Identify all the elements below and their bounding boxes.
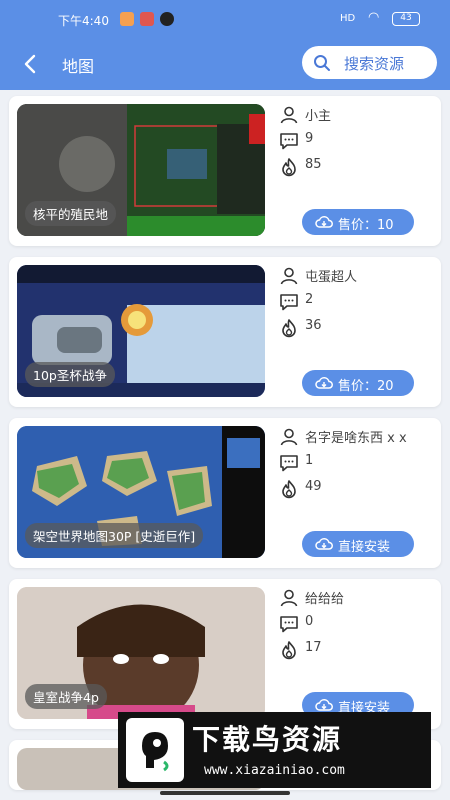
- comment-icon: [280, 455, 298, 472]
- comment-icon: [280, 133, 298, 150]
- watermark-banner: 下载鸟资源 www.xiazainiao.com: [118, 712, 431, 788]
- map-name: 皇室战争4p: [25, 684, 107, 709]
- price-button[interactable]: 售价：20: [302, 370, 414, 396]
- flame-icon: [282, 480, 296, 499]
- map-thumbnail: 10p圣杯战争: [17, 265, 265, 397]
- install-button[interactable]: 直接安装: [302, 531, 414, 557]
- map-card[interactable]: 10p圣杯战争 屯蛋超人 2 36 售价：20: [9, 257, 441, 407]
- map-card[interactable]: 架空世界地图30P [史逝巨作] 名字是啥东西 x x 1 49 直接安装: [9, 418, 441, 568]
- comment-count: 2: [305, 292, 314, 307]
- notification-icon: [140, 12, 154, 26]
- user-icon: [280, 106, 298, 124]
- status-time: 下午4:40: [58, 14, 109, 28]
- comment-icon: [280, 294, 298, 311]
- hot-count: 49: [305, 479, 322, 494]
- user-icon: [280, 589, 298, 607]
- battery-icon: 43: [392, 12, 420, 26]
- author-name: 屯蛋超人: [305, 270, 358, 285]
- qq-icon: [160, 12, 174, 26]
- map-thumbnail: 架空世界地图30P [史逝巨作]: [17, 426, 265, 558]
- comment-count: 1: [305, 453, 314, 468]
- chevron-left-icon: [24, 54, 36, 74]
- notification-icon: [120, 12, 134, 26]
- price-label: 售价：10: [338, 218, 394, 233]
- author-name: 名字是啥东西 x x: [305, 431, 407, 446]
- map-name: 架空世界地图30P [史逝巨作]: [25, 523, 204, 548]
- app-bar: 地图 搜索资源: [0, 40, 450, 90]
- bird-logo-icon: [126, 718, 184, 782]
- hot-count: 85: [305, 157, 322, 172]
- hot-count: 17: [305, 640, 322, 655]
- watermark-brand: 下载鸟资源: [192, 723, 343, 756]
- cloud-download-icon: [315, 538, 333, 550]
- flame-icon: [282, 158, 296, 177]
- bird-icon: [142, 732, 169, 772]
- comment-count: 0: [305, 614, 314, 629]
- back-button[interactable]: [18, 51, 44, 77]
- map-thumbnail: 皇室战争4p: [17, 587, 265, 719]
- map-thumbnail: 核平的殖民地: [17, 104, 265, 236]
- signal-icon: HD: [340, 13, 356, 24]
- page-title: 地图: [62, 57, 95, 76]
- user-icon: [280, 428, 298, 446]
- search-label: 搜索资源: [344, 55, 405, 73]
- comment-count: 9: [305, 131, 314, 146]
- hot-count: 36: [305, 318, 322, 333]
- cloud-download-icon: [315, 699, 333, 711]
- map-name: 核平的殖民地: [25, 201, 117, 226]
- flame-icon: [282, 641, 296, 660]
- user-icon: [280, 267, 298, 285]
- map-card[interactable]: 皇室战争4p 给给给 0 17 直接安装: [9, 579, 441, 729]
- map-card[interactable]: 核平的殖民地 小主 9 85 售价：10: [9, 96, 441, 246]
- author-name: 给给给: [305, 592, 345, 607]
- search-button[interactable]: 搜索资源: [302, 46, 437, 79]
- cloud-download-icon: [315, 216, 333, 228]
- search-icon: [314, 55, 330, 71]
- home-indicator: [160, 791, 290, 795]
- price-button[interactable]: 售价：10: [302, 209, 414, 235]
- wifi-icon: ◠: [368, 10, 380, 25]
- map-name: 10p圣杯战争: [25, 362, 115, 387]
- flame-icon: [282, 319, 296, 338]
- comment-icon: [280, 616, 298, 633]
- status-bar: 下午4:40 HD ◠ 43: [0, 0, 450, 40]
- install-label: 直接安装: [338, 540, 391, 555]
- price-label: 售价：20: [338, 379, 394, 394]
- watermark-url: www.xiazainiao.com: [204, 763, 345, 778]
- cloud-download-icon: [315, 377, 333, 389]
- author-name: 小主: [305, 109, 332, 124]
